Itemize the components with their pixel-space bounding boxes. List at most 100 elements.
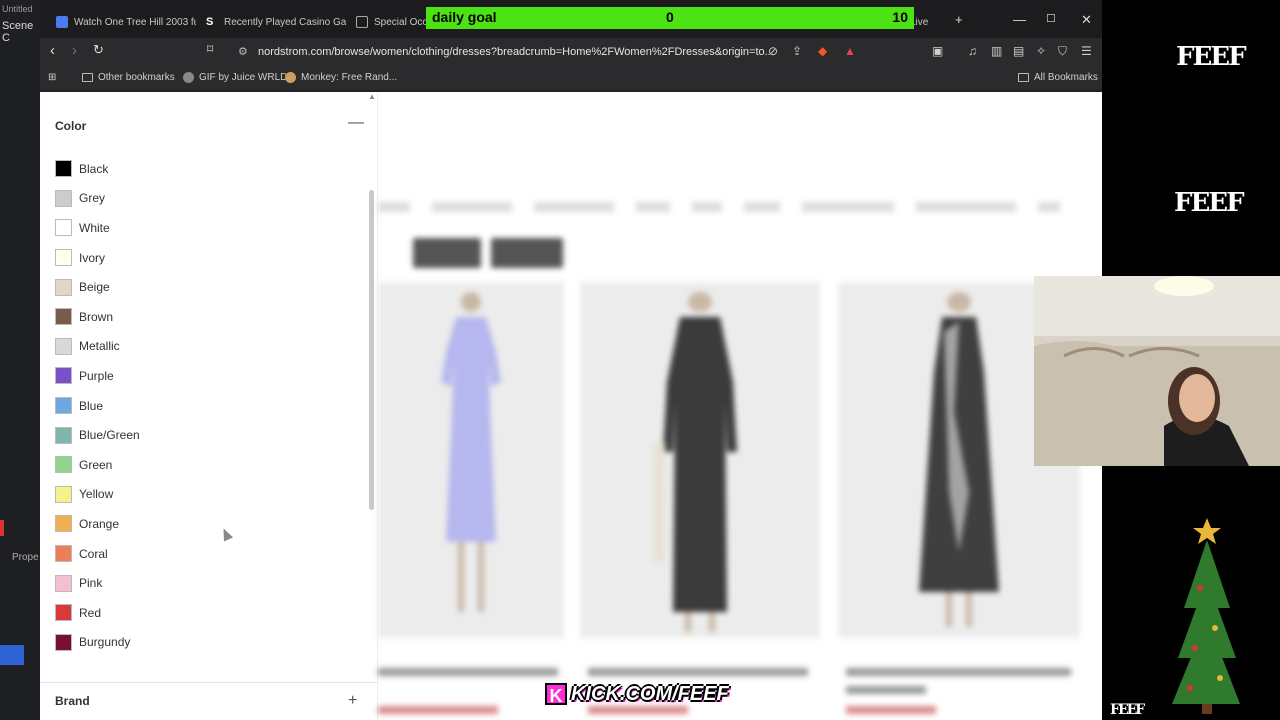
expand-icon[interactable]: + bbox=[348, 692, 357, 710]
bookmark-label: Other bookmarks bbox=[98, 72, 175, 83]
bookmark-page-icon[interactable]: ⌑ bbox=[207, 42, 213, 56]
sidebar-icon[interactable]: ▥ bbox=[991, 44, 1002, 58]
menu-icon[interactable]: ☰ bbox=[1081, 44, 1092, 58]
color-label: Ivory bbox=[79, 250, 106, 265]
close-window-icon[interactable]: ✕ bbox=[1081, 12, 1092, 28]
chip bbox=[692, 202, 722, 212]
color-swatch[interactable] bbox=[55, 367, 72, 385]
brand-filter-heading[interactable]: Brand bbox=[55, 694, 90, 708]
obs-title-fragment: Untitled bbox=[2, 4, 33, 14]
filter-scrollbar[interactable] bbox=[369, 190, 374, 510]
color-label: Red bbox=[79, 605, 102, 620]
address-bar[interactable]: ⚙ nordstrom.com/browse/women/clothing/dr… bbox=[230, 40, 830, 64]
minimize-icon[interactable]: — bbox=[1013, 12, 1026, 27]
color-filter-heading[interactable]: Color bbox=[55, 119, 86, 133]
obs-blue-button[interactable] bbox=[0, 645, 24, 665]
vpn-icon[interactable]: ⛉ bbox=[1058, 44, 1067, 59]
site-info-icon[interactable]: ⚙ bbox=[238, 40, 248, 64]
color-option-brown[interactable]: Brown bbox=[55, 302, 355, 332]
bookmark-gif-juice-wrld[interactable]: GIF by Juice WRLD bbox=[183, 72, 287, 83]
collapse-icon[interactable]: — bbox=[348, 114, 364, 132]
color-swatch[interactable] bbox=[55, 397, 72, 415]
tab-casino-games[interactable]: S Recently Played Casino Gam bbox=[196, 8, 346, 36]
obs-props-fragment: Prope bbox=[12, 552, 39, 563]
color-swatch[interactable] bbox=[55, 337, 72, 355]
color-option-ivory[interactable]: Ivory bbox=[55, 243, 355, 273]
color-option-coral[interactable]: Coral bbox=[55, 539, 355, 569]
media-icon[interactable]: ♫ bbox=[968, 44, 977, 58]
filter-panel: ▲ Color — Black Grey White Ivory Beige Brown M… bbox=[40, 92, 378, 720]
no-audio-icon[interactable]: ⊘ bbox=[768, 44, 778, 58]
color-swatch[interactable] bbox=[55, 189, 72, 207]
color-swatch[interactable] bbox=[55, 515, 72, 533]
apps-icon[interactable]: ⊞ bbox=[48, 72, 56, 83]
obs-record-indicator bbox=[0, 520, 4, 536]
product-title-blurred bbox=[378, 668, 558, 676]
goal-current: 0 bbox=[666, 9, 674, 25]
color-option-grey[interactable]: Grey bbox=[55, 184, 355, 214]
color-filter-list: Black Grey White Ivory Beige Brown Metallic Pur… bbox=[55, 154, 355, 657]
color-swatch[interactable] bbox=[55, 426, 72, 444]
leo-ai-icon[interactable]: ✧ bbox=[1036, 44, 1046, 58]
color-option-purple[interactable]: Purple bbox=[55, 361, 355, 391]
color-option-black[interactable]: Black bbox=[55, 154, 355, 184]
color-swatch[interactable] bbox=[55, 485, 72, 503]
maximize-icon[interactable]: ☐ bbox=[1046, 12, 1056, 25]
wallet-icon[interactable]: ▤ bbox=[1013, 44, 1024, 58]
color-swatch[interactable] bbox=[55, 633, 72, 651]
color-label: Brown bbox=[79, 309, 114, 324]
dress-image bbox=[653, 292, 737, 632]
reload-icon[interactable]: ↻ bbox=[93, 42, 104, 58]
back-icon[interactable]: ‹ bbox=[50, 42, 55, 59]
nordstrom-page: ▲ Color — Black Grey White Ivory Beige Brown M… bbox=[40, 92, 1102, 720]
dress-image bbox=[441, 292, 501, 612]
tab-special-occasion[interactable]: Special Occas bbox=[346, 8, 436, 36]
christmas-tree-icon bbox=[1172, 518, 1240, 714]
bookmarks-bar: ⊞ Other bookmarks GIF by Juice WRLD Monk… bbox=[40, 66, 1102, 90]
color-option-blue-green[interactable]: Blue/Green bbox=[55, 420, 355, 450]
product-grid-blurred bbox=[378, 92, 1102, 720]
color-option-burgundy[interactable]: Burgundy bbox=[55, 628, 355, 658]
color-label: Burgundy bbox=[79, 635, 131, 650]
share-icon[interactable]: ⇪ bbox=[792, 44, 802, 58]
dress-image bbox=[919, 292, 999, 627]
monkey-icon bbox=[285, 72, 296, 83]
color-swatch[interactable] bbox=[55, 160, 72, 178]
color-label: Orange bbox=[79, 516, 120, 531]
color-swatch[interactable] bbox=[55, 308, 72, 326]
product-card-image bbox=[580, 282, 820, 638]
color-option-metallic[interactable]: Metallic bbox=[55, 332, 355, 362]
color-option-beige[interactable]: Beige bbox=[55, 272, 355, 302]
new-tab-icon[interactable]: + bbox=[955, 12, 963, 27]
bookmark-other[interactable]: Other bookmarks bbox=[82, 72, 175, 83]
nordstrom-icon bbox=[356, 16, 368, 28]
product-title-blurred bbox=[846, 686, 926, 694]
screenshot-icon[interactable]: ▣ bbox=[932, 44, 943, 58]
color-option-red[interactable]: Red bbox=[55, 598, 355, 628]
color-option-blue[interactable]: Blue bbox=[55, 391, 355, 421]
bookmark-all[interactable]: All Bookmarks bbox=[1018, 72, 1098, 83]
forward-icon[interactable]: › bbox=[72, 42, 77, 59]
color-label: Pink bbox=[79, 576, 103, 591]
filter-pill bbox=[491, 238, 563, 268]
color-option-pink[interactable]: Pink bbox=[55, 568, 355, 598]
color-swatch[interactable] bbox=[55, 604, 72, 622]
color-option-green[interactable]: Green bbox=[55, 450, 355, 480]
color-swatch[interactable] bbox=[55, 574, 72, 592]
color-swatch[interactable] bbox=[55, 249, 72, 267]
color-swatch[interactable] bbox=[55, 545, 72, 563]
color-swatch[interactable] bbox=[55, 456, 72, 474]
color-swatch[interactable] bbox=[55, 278, 72, 296]
brave-rewards-icon[interactable]: ▲ bbox=[844, 44, 856, 58]
tab-one-tree-hill[interactable]: Watch One Tree Hill 2003 fu bbox=[46, 8, 196, 36]
color-option-white[interactable]: White bbox=[55, 213, 355, 243]
product-card-image bbox=[378, 282, 564, 638]
chip bbox=[802, 202, 894, 212]
scroll-up-icon[interactable]: ▲ bbox=[368, 92, 376, 101]
color-option-orange[interactable]: Orange bbox=[55, 509, 355, 539]
divider bbox=[40, 682, 378, 683]
color-swatch[interactable] bbox=[55, 219, 72, 237]
color-option-yellow[interactable]: Yellow bbox=[55, 480, 355, 510]
bookmark-monkey[interactable]: Monkey: Free Rand... bbox=[285, 72, 397, 83]
brave-shield-icon[interactable]: ◆ bbox=[818, 44, 827, 58]
